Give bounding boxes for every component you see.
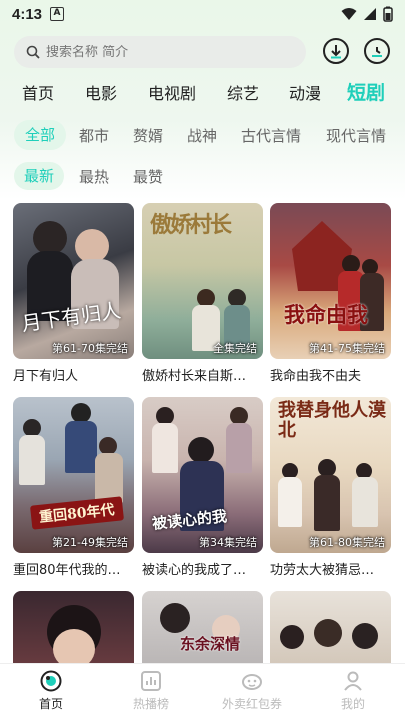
poster-title-text: 傲娇村长	[150, 212, 232, 238]
category-urban[interactable]: 都市	[79, 125, 109, 146]
wifi-icon	[341, 8, 357, 20]
status-time: 4:13	[12, 5, 43, 23]
drama-card[interactable]: 东余深情	[142, 591, 263, 663]
history-button[interactable]	[364, 38, 390, 64]
episode-badge: 全集完结	[213, 342, 257, 355]
battery-icon	[383, 6, 393, 22]
drama-card[interactable]	[13, 591, 134, 663]
history-clock-icon	[372, 47, 382, 57]
drama-poster: 重回80年代 第21-49集完结	[13, 397, 134, 553]
drama-poster: 我替身他人漠北 第61-80集完结	[270, 397, 391, 553]
category-modern-romance[interactable]: 现代言情	[326, 125, 386, 146]
bottom-tab-coupons-label: 外卖红包券	[221, 697, 282, 711]
category-ancient-romance[interactable]: 古代言情	[241, 125, 301, 146]
drama-title: 月下有归人	[13, 369, 79, 384]
sort-most-liked[interactable]: 最赞	[133, 166, 163, 187]
sort-hottest[interactable]: 最热	[79, 166, 109, 187]
main-tabs: 首页 电影 电视剧 综艺 动漫 短剧	[0, 76, 405, 108]
download-icon	[331, 45, 341, 59]
drama-poster: 月下有归人 第61-70集完结	[13, 203, 134, 359]
drama-card[interactable]: 重回80年代 第21-49集完结 重回80年代我的…	[13, 397, 134, 578]
search-icon	[26, 45, 40, 59]
drama-card[interactable]	[270, 591, 391, 663]
episode-badge: 第21-49集完结	[52, 536, 128, 549]
download-button[interactable]	[323, 38, 349, 64]
bottom-tab-home[interactable]: 首页	[11, 670, 91, 712]
bottom-tab-coupons[interactable]: 外卖红包券	[212, 670, 292, 712]
category-son-in-law[interactable]: 赘婿	[133, 125, 163, 146]
drama-poster	[13, 591, 134, 663]
category-filter-row: 全部 都市 赘婿 战神 古代言情 现代言情	[0, 120, 405, 152]
bottom-tab-me[interactable]: 我的	[313, 670, 393, 712]
home-icon	[40, 670, 62, 692]
tab-home[interactable]: 首页	[22, 80, 54, 104]
drama-title: 被读心的我成了…	[142, 563, 247, 578]
episode-badge: 第41-75集完结	[309, 342, 385, 355]
app-notification-icon: A	[50, 7, 65, 21]
episode-badge: 第34集完结	[199, 536, 257, 549]
bottom-tab-bar: 首页 热播榜 外卖红包券 我的	[0, 663, 405, 720]
drama-title: 我命由我不由夫	[270, 369, 362, 384]
search-box[interactable]	[14, 36, 306, 68]
drama-card[interactable]: 月下有归人 第61-70集完结 月下有归人	[13, 203, 134, 384]
drama-poster: 被读心的我 第34集完结	[142, 397, 263, 553]
search-input[interactable]	[46, 44, 276, 60]
tab-short-drama[interactable]: 短剧	[347, 78, 385, 105]
chart-icon	[141, 671, 161, 691]
episode-badge: 第61-70集完结	[52, 342, 128, 355]
drama-title: 傲娇村长来自斯…	[142, 369, 247, 384]
drama-card[interactable]: 我命由我 第41-75集完结 我命由我不由夫	[270, 203, 391, 384]
drama-poster: 傲娇村长 全集完结	[142, 203, 263, 359]
drama-poster	[270, 591, 391, 663]
poster-title-text: 东余深情	[180, 635, 241, 653]
sort-newest[interactable]: 最新	[14, 162, 65, 190]
episode-badge: 第61-80集完结	[309, 536, 385, 549]
poster-title-text: 我替身他人漠北	[278, 400, 386, 441]
drama-grid: 月下有归人 第61-70集完结 月下有归人 傲娇村长 全集完结 傲娇村长来自斯……	[0, 203, 405, 663]
tab-variety[interactable]: 综艺	[227, 80, 259, 104]
bottom-tab-hot-list[interactable]: 热播榜	[111, 670, 191, 712]
bottom-tab-me-label: 我的	[340, 697, 365, 711]
poster-title-text: 我命由我	[284, 302, 368, 327]
tab-anime[interactable]: 动漫	[289, 80, 321, 104]
drama-card[interactable]: 我替身他人漠北 第61-80集完结 功劳太大被猜忌…	[270, 397, 391, 578]
search-row	[14, 35, 394, 69]
category-war-god[interactable]: 战神	[187, 125, 217, 146]
bottom-tab-home-label: 首页	[38, 697, 63, 711]
coupon-icon	[242, 674, 262, 690]
bottom-tab-hot-list-label: 热播榜	[132, 697, 169, 711]
drama-card[interactable]: 被读心的我 第34集完结 被读心的我成了…	[142, 397, 263, 578]
tab-tv-series[interactable]: 电视剧	[148, 80, 196, 104]
category-all[interactable]: 全部	[14, 120, 67, 150]
status-icons	[341, 6, 393, 22]
drama-poster: 东余深情	[142, 591, 263, 663]
drama-title: 重回80年代我的…	[13, 563, 121, 578]
user-icon	[344, 671, 362, 691]
drama-title: 功劳太大被猜忌…	[270, 563, 375, 578]
tab-movie[interactable]: 电影	[85, 80, 117, 104]
signal-icon	[364, 8, 376, 20]
drama-card[interactable]: 傲娇村长 全集完结 傲娇村长来自斯…	[142, 203, 263, 384]
drama-poster: 我命由我 第41-75集完结	[270, 203, 391, 359]
sort-filter-row: 最新 最热 最赞	[0, 162, 405, 192]
status-bar: 4:13 A	[0, 0, 405, 28]
